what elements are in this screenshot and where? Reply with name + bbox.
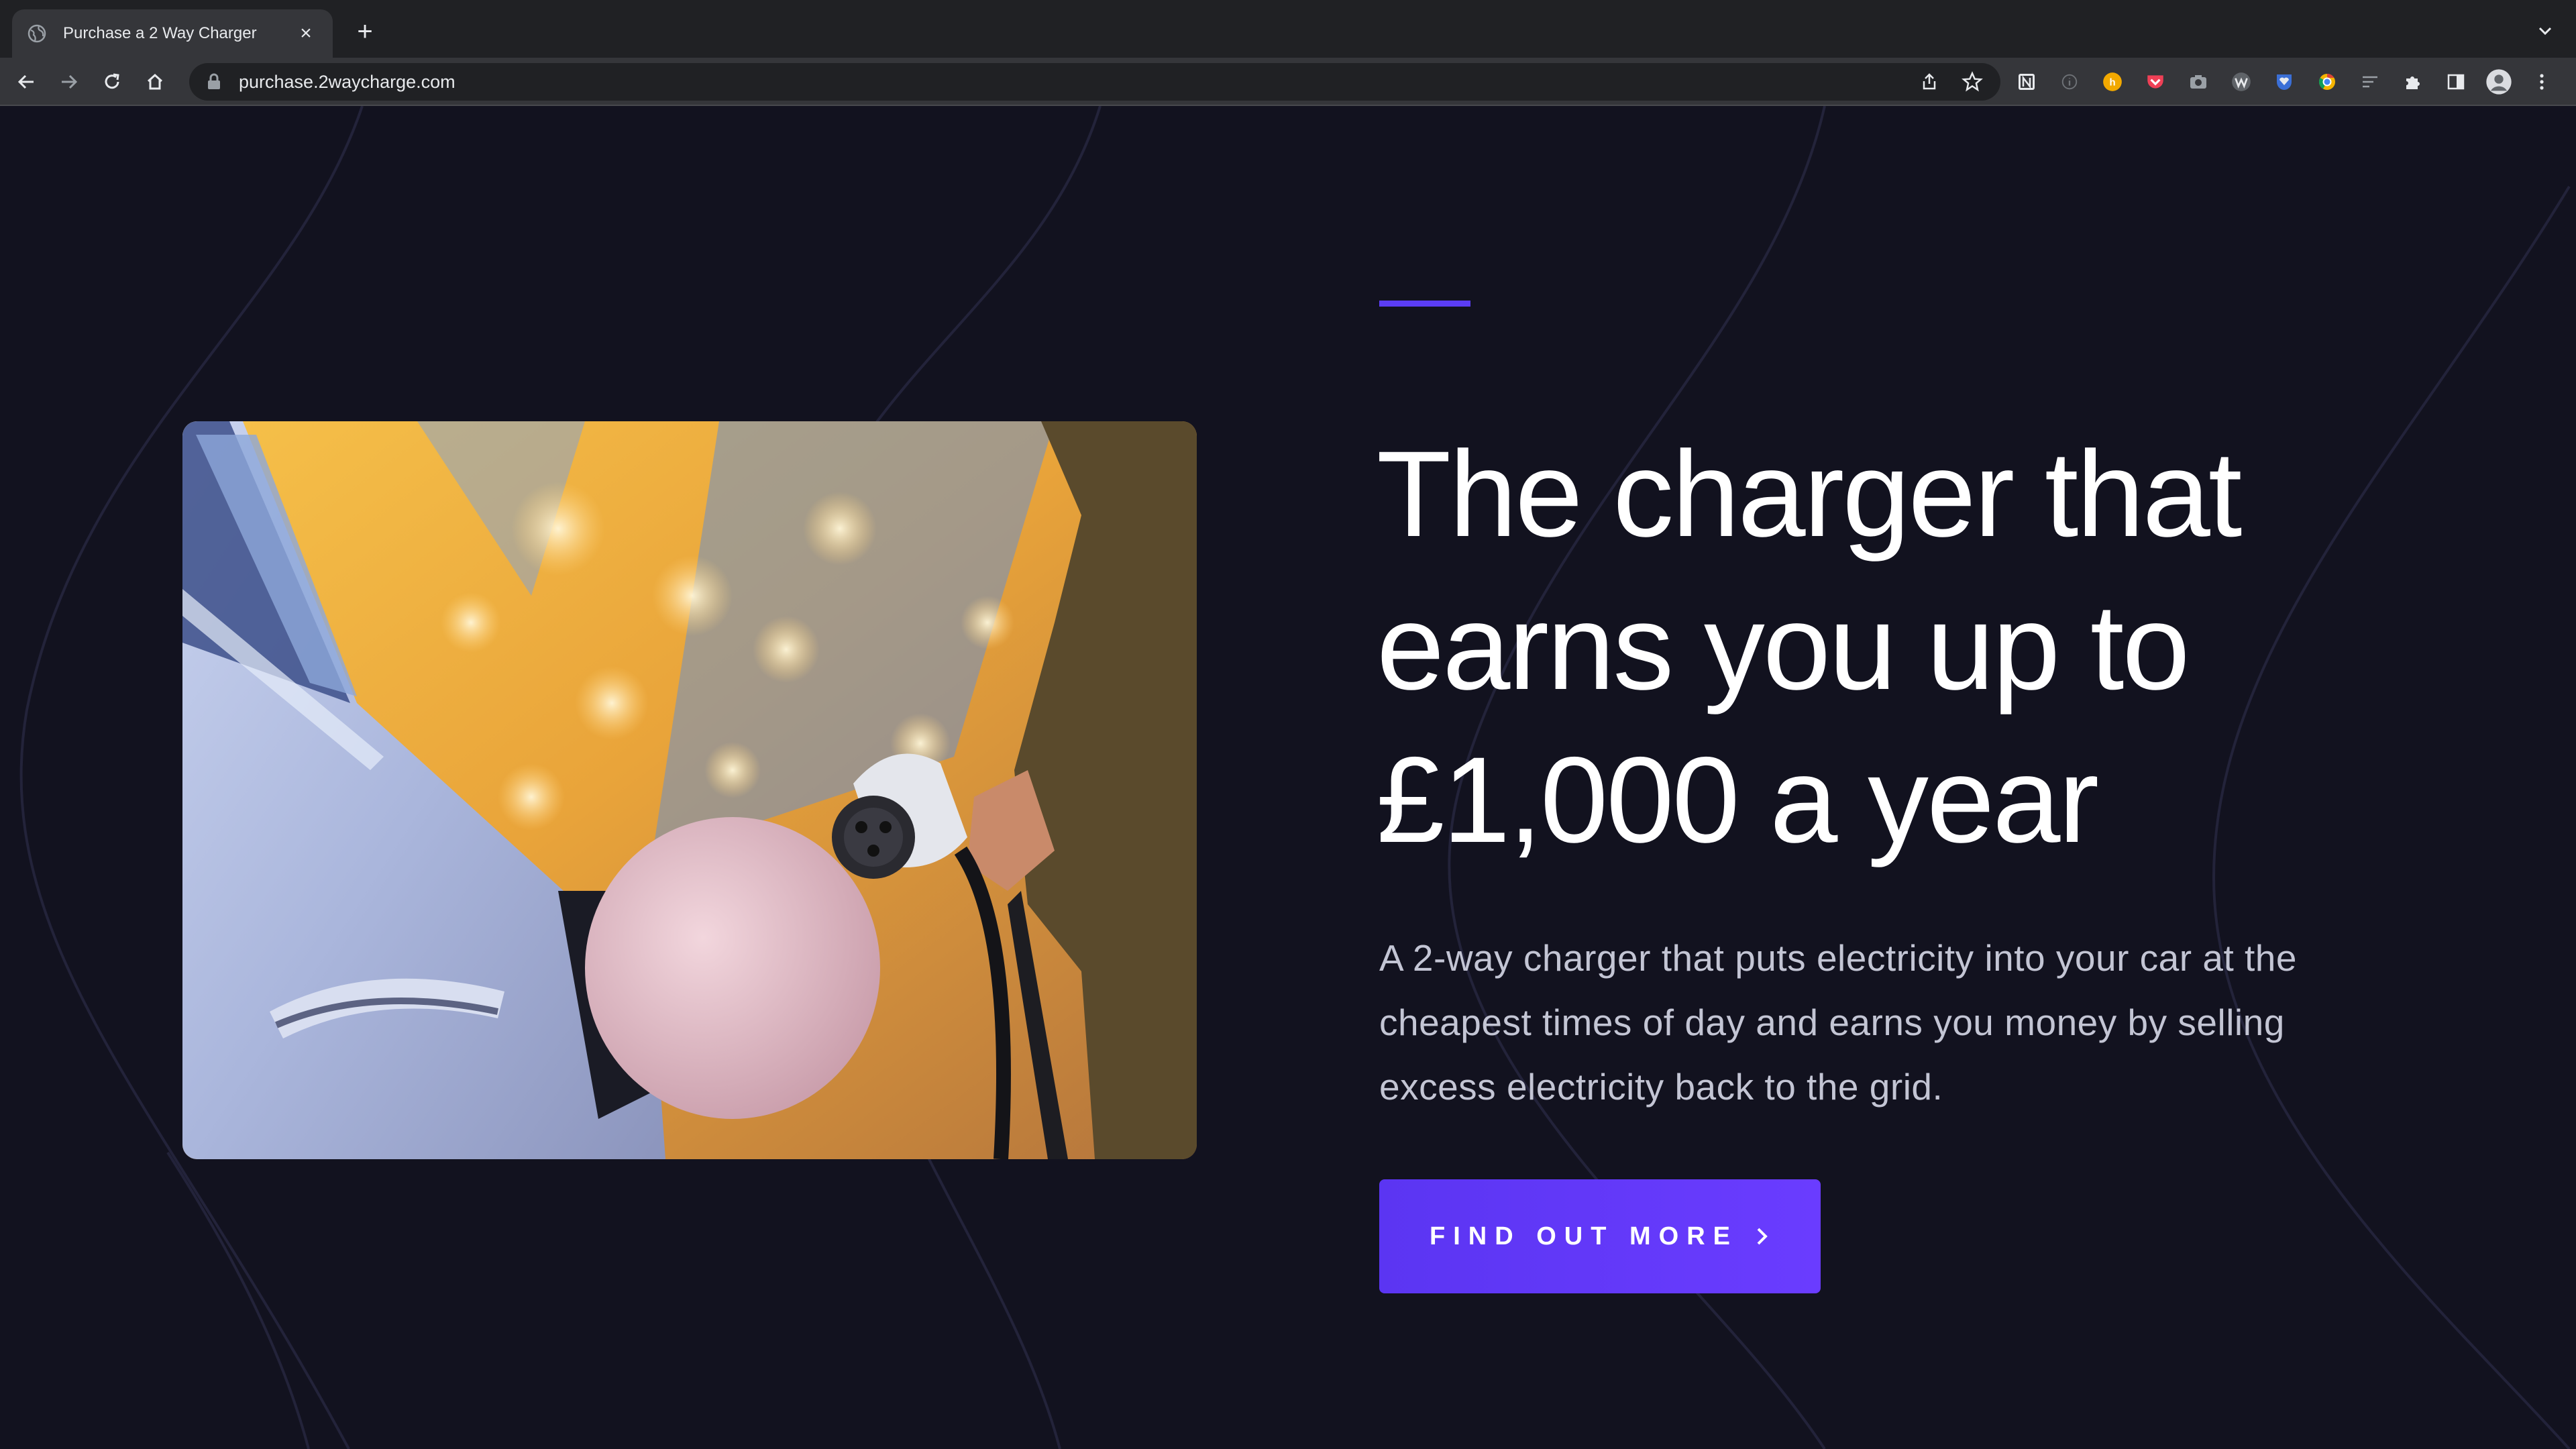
reload-icon[interactable]: [95, 65, 129, 99]
url-text[interactable]: purchase.2waycharge.com: [239, 72, 1915, 93]
hero-description: A 2-way charger that puts electricity in…: [1379, 926, 2385, 1119]
tab-title: Purchase a 2 Way Charger: [63, 24, 257, 42]
browser-tab[interactable]: Purchase a 2 Way Charger ×: [12, 9, 333, 58]
description-line-2: cheapest times of day and earns you mone…: [1379, 1002, 2285, 1043]
forward-arrow-icon[interactable]: [52, 65, 86, 99]
notion-icon[interactable]: [2011, 66, 2042, 97]
new-tab-icon[interactable]: +: [349, 16, 381, 48]
kebab-menu-icon[interactable]: [2526, 66, 2557, 97]
svg-text:h: h: [2109, 76, 2115, 88]
headline-line-3: £1,000 a year: [1377, 731, 2099, 868]
address-bar[interactable]: purchase.2waycharge.com: [189, 63, 2000, 101]
page-viewport: The charger that earns you up to £1,000 …: [0, 106, 2576, 1449]
find-out-more-label: FIND OUT MORE: [1430, 1222, 1738, 1250]
puzzle-extensions-icon[interactable]: [2398, 66, 2428, 97]
camera-icon[interactable]: [2183, 66, 2214, 97]
headline-line-2: earns you up to: [1377, 578, 2190, 715]
hero-photo-ev-charging: [182, 421, 1197, 1159]
accent-line: [1379, 301, 1470, 307]
profile-avatar-icon[interactable]: [2483, 66, 2514, 97]
hero-headline: The charger that earns you up to £1,000 …: [1377, 417, 2450, 876]
reading-list-icon[interactable]: [2355, 66, 2385, 97]
headline-line-1: The charger that: [1377, 425, 2242, 562]
side-panel-icon[interactable]: [2440, 66, 2471, 97]
chevron-right-icon: [1757, 1228, 1768, 1245]
chrome-color-icon[interactable]: [2312, 66, 2343, 97]
extensions-area: h: [2011, 66, 2569, 98]
description-line-3: excess electricity back to the grid.: [1379, 1066, 1943, 1108]
tab-search-chevron-icon[interactable]: [2534, 20, 2556, 42]
find-out-more-button[interactable]: FIND OUT MORE: [1379, 1179, 1821, 1293]
honey-icon[interactable]: h: [2097, 66, 2128, 97]
home-icon[interactable]: [138, 65, 172, 99]
wordtune-icon[interactable]: [2226, 66, 2257, 97]
browser-toolbar: purchase.2waycharge.com h: [0, 58, 2576, 106]
bookmark-star-icon[interactable]: [1957, 67, 1987, 97]
globe-icon: [28, 24, 46, 43]
back-arrow-icon[interactable]: [9, 65, 43, 99]
lock-icon[interactable]: [207, 73, 221, 91]
info-icon[interactable]: [2054, 66, 2085, 97]
pocket-icon[interactable]: [2140, 66, 2171, 97]
browser-tab-strip: Purchase a 2 Way Charger × +: [0, 0, 2576, 58]
ev-charging-illustration: [182, 421, 1197, 1159]
share-icon[interactable]: [1915, 67, 1944, 97]
bitwarden-icon[interactable]: [2269, 66, 2300, 97]
description-line-1: A 2-way charger that puts electricity in…: [1379, 937, 2297, 979]
close-tab-icon[interactable]: ×: [294, 21, 318, 46]
